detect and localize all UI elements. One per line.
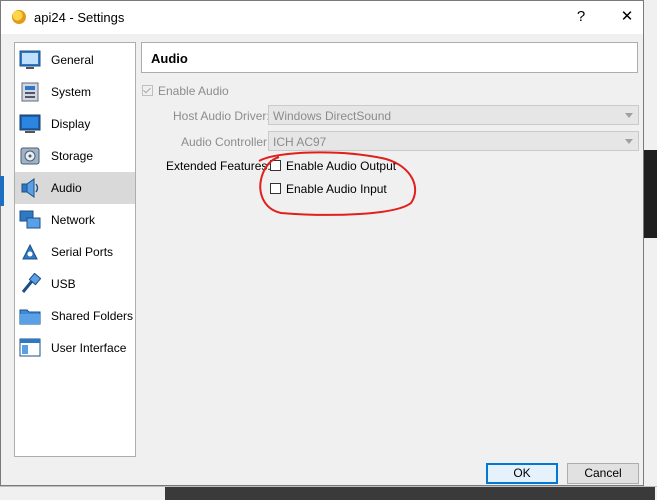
audio-icon xyxy=(21,178,39,198)
background-taskbar-edge xyxy=(0,486,657,500)
shared-folders-icon xyxy=(19,309,41,325)
page-title-box: Audio xyxy=(141,42,638,73)
window-title: api24 - Settings xyxy=(34,10,125,25)
background-window-edge xyxy=(644,0,657,499)
sidebar-item-label: USB xyxy=(51,277,76,291)
sidebar-item-label: Network xyxy=(51,213,96,227)
sidebar-item-label: Serial Ports xyxy=(51,245,114,259)
ok-button[interactable]: OK xyxy=(486,463,558,484)
virtualbox-app-icon xyxy=(12,10,26,24)
background-window-edge-left xyxy=(0,176,4,206)
audio-controller-select[interactable]: ICH AC97 xyxy=(268,131,639,151)
sidebar-item-label: System xyxy=(51,85,92,99)
sidebar-item-label: Audio xyxy=(51,181,82,195)
chevron-down-icon xyxy=(625,139,633,144)
page-title: Audio xyxy=(151,51,188,66)
settings-dialog: api24 - Settings ? ✕ General System Disp… xyxy=(0,0,644,486)
title-bar: api24 - Settings ? ✕ xyxy=(1,1,643,34)
enable-audio-output-checkbox[interactable] xyxy=(270,160,281,171)
sidebar-item-network[interactable]: Network xyxy=(15,204,135,236)
usb-icon xyxy=(21,273,41,293)
general-icon xyxy=(19,50,41,69)
help-button[interactable]: ? xyxy=(567,7,595,27)
enable-audio-output-label: Enable Audio Output xyxy=(286,159,397,173)
sidebar-item-display[interactable]: Display xyxy=(15,108,135,140)
sidebar-item-serial-ports[interactable]: Serial Ports xyxy=(15,236,135,268)
display-icon xyxy=(19,114,41,133)
close-button[interactable]: ✕ xyxy=(613,7,641,27)
sidebar-item-storage[interactable]: Storage xyxy=(15,140,135,172)
host-audio-driver-label: Host Audio Driver: xyxy=(173,109,270,123)
sidebar-item-usb[interactable]: USB xyxy=(15,268,135,300)
settings-sidebar: General System Display Storage Audio Net… xyxy=(14,42,136,457)
enable-audio-checkbox[interactable] xyxy=(142,85,153,96)
sidebar-item-general[interactable]: General xyxy=(15,44,135,76)
sidebar-item-system[interactable]: System xyxy=(15,76,135,108)
sidebar-item-label: Storage xyxy=(51,149,94,163)
network-icon xyxy=(19,210,41,229)
extended-features-label: Extended Features: xyxy=(166,159,271,173)
storage-icon xyxy=(20,147,40,165)
sidebar-item-user-interface[interactable]: User Interface xyxy=(15,332,135,364)
sidebar-item-audio[interactable]: Audio xyxy=(15,172,135,204)
enable-audio-input-checkbox[interactable] xyxy=(270,183,281,194)
sidebar-item-shared-folders[interactable]: Shared Folders xyxy=(15,300,135,332)
host-audio-driver-value: Windows DirectSound xyxy=(273,109,392,123)
sidebar-item-label: Display xyxy=(51,117,91,131)
audio-controller-value: ICH AC97 xyxy=(273,135,327,149)
enable-audio-label: Enable Audio xyxy=(158,84,229,98)
serial-ports-icon xyxy=(22,243,38,260)
audio-controller-label: Audio Controller: xyxy=(181,135,271,149)
enable-audio-input-label: Enable Audio Input xyxy=(286,182,387,196)
sidebar-item-label: Shared Folders xyxy=(51,309,134,323)
sidebar-item-label: General xyxy=(51,53,94,67)
host-audio-driver-select[interactable]: Windows DirectSound xyxy=(268,105,639,125)
cancel-button[interactable]: Cancel xyxy=(567,463,639,484)
system-icon xyxy=(21,82,39,102)
user-interface-icon xyxy=(19,338,41,357)
sidebar-item-label: User Interface xyxy=(51,341,127,355)
chevron-down-icon xyxy=(625,113,633,118)
